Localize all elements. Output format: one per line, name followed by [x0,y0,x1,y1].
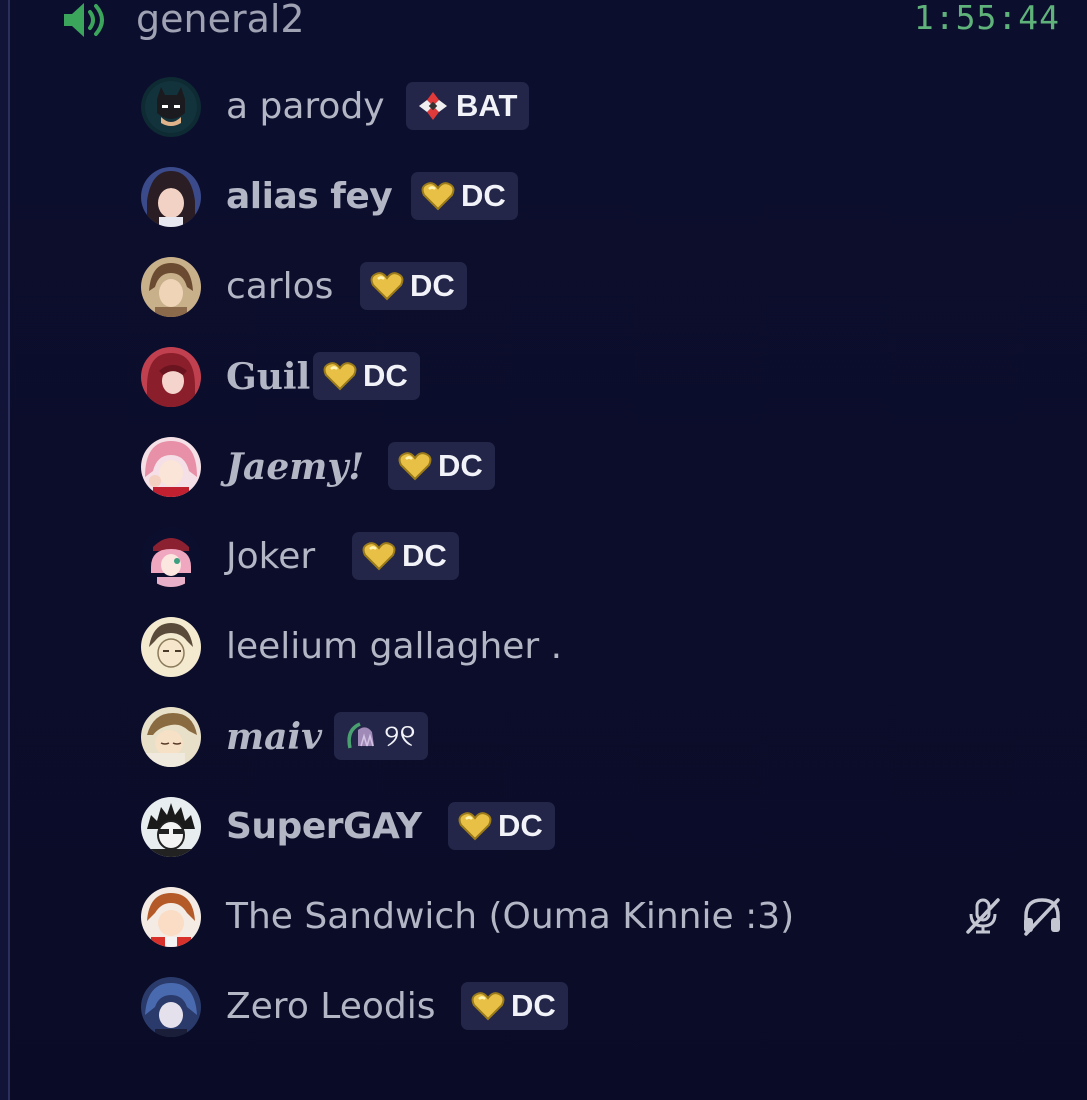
avatar [141,77,201,137]
voice-user-row[interactable]: a parody BAT [0,62,1087,152]
tag-label: DC [410,268,455,303]
avatar [141,527,201,587]
tag-label: ୨୧ [384,718,416,753]
username: maiv [226,716,323,758]
username: leelium gallagher . [226,626,563,667]
gold-heart-icon [323,361,357,391]
server-tag[interactable]: DC [388,442,495,490]
tag-label: DC [511,988,556,1023]
voice-user-row[interactable]: Jaemy! DC [0,422,1087,512]
tag-label: BAT [456,88,518,123]
username: SuperGAY [226,806,422,847]
username: Joker [226,536,316,577]
server-tag[interactable]: DC [352,532,459,580]
server-tag[interactable]: DC [313,352,420,400]
tag-label: DC [363,358,408,393]
headphones-deafened-icon[interactable] [1021,896,1063,941]
voice-user-row[interactable]: Zero Leodis DC [0,962,1087,1052]
avatar [141,707,201,767]
diamond-emblem-icon [416,91,450,121]
username: carlos [226,266,334,307]
username: a parody [226,86,385,127]
username: The Sandwich (Ouma Kinnie :3) [226,896,795,937]
voice-user-row[interactable]: The Sandwich (Ouma Kinnie :3) [0,872,1087,962]
username: alias fey [226,176,393,217]
avatar [141,977,201,1037]
server-tag[interactable]: ୨୧ [334,712,428,760]
username: Jaemy! [226,446,365,488]
username: Zero Leodis [226,986,436,1027]
voice-user-row[interactable]: Joker DC [0,512,1087,602]
tag-label: DC [498,808,543,843]
tag-label: DC [402,538,447,573]
server-tag[interactable]: BAT [406,82,530,130]
tag-label: DC [438,448,483,483]
gold-heart-icon [362,541,396,571]
voice-user-row[interactable]: carlos DC [0,242,1087,332]
voice-user-row[interactable]: SuperGAY DC [0,782,1087,872]
server-tag[interactable]: DC [360,262,467,310]
voice-channel-header[interactable]: general2 1:55:44 [0,0,1087,40]
avatar [141,437,201,497]
avatar [141,167,201,227]
gold-heart-icon [398,451,432,481]
voice-user-row[interactable]: alias fey DC [0,152,1087,242]
voice-user-row[interactable]: Guil DC [0,332,1087,422]
speaker-icon [60,0,110,40]
call-timer: 1:55:44 [913,0,1060,37]
tag-label: DC [461,178,506,213]
gold-heart-icon [370,271,404,301]
avatar [141,797,201,857]
bell-flower-icon [344,721,378,751]
mic-muted-icon[interactable] [963,896,1003,941]
gold-heart-icon [458,811,492,841]
avatar [141,887,201,947]
server-tag[interactable]: DC [411,172,518,220]
gold-heart-icon [471,991,505,1021]
server-tag[interactable]: DC [461,982,568,1030]
gold-heart-icon [421,181,455,211]
server-tag[interactable]: DC [448,802,555,850]
channel-name: general2 [136,0,305,41]
avatar [141,347,201,407]
avatar [141,617,201,677]
voice-user-row[interactable]: leelium gallagher . [0,602,1087,692]
avatar [141,257,201,317]
username: Guil [226,356,311,398]
voice-user-row[interactable]: maiv ୨୧ [0,692,1087,782]
voice-status-icons [963,896,1063,941]
